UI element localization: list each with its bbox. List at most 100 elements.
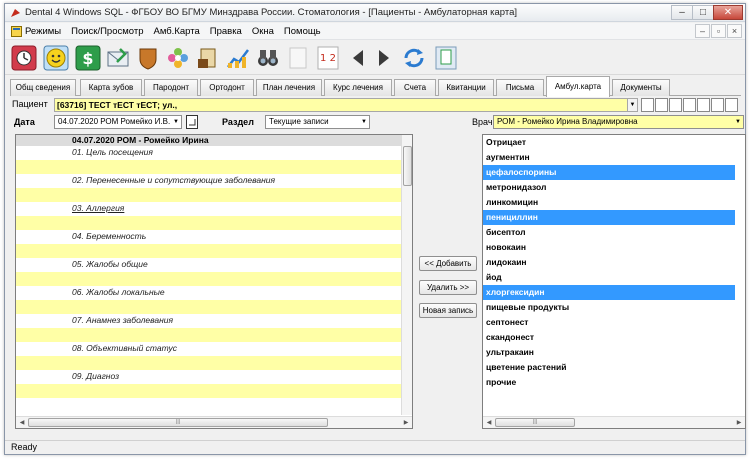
menu-help[interactable]: Помощь — [284, 26, 321, 37]
tab-documents[interactable]: Документы — [612, 79, 670, 96]
tab-periodont[interactable]: Пародонт — [144, 79, 198, 96]
minimize-button[interactable]: – — [671, 5, 693, 20]
smiley-icon[interactable] — [43, 45, 69, 71]
list-item[interactable]: бисептол — [483, 225, 735, 240]
list-item-selected[interactable]: цефалоспорины — [483, 165, 735, 180]
clock-icon[interactable] — [11, 45, 37, 71]
list-item[interactable]: метронидазол — [483, 180, 735, 195]
record-section[interactable]: 07. Анамнез заболевания — [16, 314, 402, 328]
refresh-icon[interactable] — [401, 45, 427, 71]
list-item[interactable]: аугментин — [483, 150, 735, 165]
record-section[interactable]: 06. Жалобы локальные — [16, 286, 402, 300]
blank-page-icon[interactable] — [285, 45, 311, 71]
dollar-icon[interactable]: $ — [75, 45, 101, 71]
sort-icon[interactable]: 1 2 — [315, 45, 341, 71]
menu-windows[interactable]: Окна — [252, 26, 274, 37]
list-item[interactable]: йод — [483, 270, 735, 285]
tab-treatment-plan[interactable]: План лечения — [256, 79, 322, 96]
record-section-content[interactable] — [16, 384, 402, 398]
remove-button[interactable]: Удалить >> — [419, 280, 477, 295]
list-item[interactable]: ультракаин — [483, 345, 735, 360]
chart-icon[interactable] — [225, 45, 251, 71]
envelope-icon[interactable] — [105, 45, 131, 71]
tab-bills[interactable]: Счета — [394, 79, 436, 96]
record-section[interactable]: 08. Объективный статус — [16, 342, 402, 356]
scroll-left-icon[interactable]: ◀ — [484, 418, 494, 428]
list-item[interactable]: Отрицает — [483, 135, 735, 150]
tab-teeth-chart[interactable]: Карта зубов — [80, 79, 142, 96]
record-section[interactable]: 02. Перенесенные и сопутствующие заболев… — [16, 174, 402, 188]
menu-edit[interactable]: Правка — [210, 26, 242, 37]
record-section-content[interactable] — [16, 272, 402, 286]
record-section-content[interactable] — [16, 216, 402, 230]
patient-flag-box[interactable] — [655, 98, 668, 112]
tab-general[interactable]: Общ сведения — [10, 79, 76, 96]
list-item-selected[interactable]: хлоргексидин — [483, 285, 735, 300]
child-minimize-button[interactable]: – — [695, 24, 710, 38]
list-item[interactable]: прочие — [483, 375, 735, 390]
record-section[interactable]: 09. Диагноз — [16, 370, 402, 384]
record-section[interactable]: 05. Жалобы общие — [16, 258, 402, 272]
patient-flag-box[interactable] — [683, 98, 696, 112]
list-item[interactable]: септонест — [483, 315, 735, 330]
doctor-select[interactable]: РОМ - Ромейко Ирина Владимировна ▼ — [493, 115, 744, 129]
tab-orthodont[interactable]: Ортодонт — [200, 79, 254, 96]
list-item[interactable]: скандонест — [483, 330, 735, 345]
new-record-button[interactable]: Новая запись — [419, 303, 477, 318]
tab-treatment-course[interactable]: Курс лечения — [324, 79, 392, 96]
patient-flag-box[interactable] — [725, 98, 738, 112]
patient-flag-box[interactable] — [697, 98, 710, 112]
record-section[interactable]: 04. Беременность — [16, 230, 402, 244]
tab-receipts[interactable]: Квитанции — [438, 79, 494, 96]
record-section-content[interactable] — [16, 244, 402, 258]
list-item[interactable]: линкомицин — [483, 195, 735, 210]
document-icon[interactable] — [433, 45, 459, 71]
list-item[interactable]: новокаин — [483, 240, 735, 255]
binoculars-icon[interactable] — [255, 45, 281, 71]
vertical-scrollbar[interactable] — [401, 135, 412, 415]
horizontal-scrollbar[interactable]: ◀ ||| ▶ — [483, 416, 745, 428]
patient-flag-box[interactable] — [669, 98, 682, 112]
tab-letters[interactable]: Письма — [496, 79, 544, 96]
date-select[interactable]: 04.07.2020 РОМ Ромейко И.В. ▼ — [54, 115, 182, 129]
section-select[interactable]: Текущие записи ▼ — [265, 115, 370, 129]
list-item-selected[interactable]: пенициллин — [483, 210, 735, 225]
options-list[interactable]: Отрицает аугментин цефалоспорины метрони… — [482, 134, 746, 429]
close-button[interactable]: ✕ — [713, 5, 743, 20]
new-page-icon[interactable] — [186, 115, 198, 129]
list-item[interactable]: цветение растений — [483, 360, 735, 375]
child-restore-button[interactable]: ▫ — [711, 24, 726, 38]
patient-dropdown-button[interactable]: ▼ — [627, 98, 638, 112]
shield-icon[interactable] — [135, 45, 161, 71]
scroll-right-icon[interactable]: ▶ — [401, 418, 411, 428]
record-section-content[interactable] — [16, 188, 402, 202]
mdi-child-icon[interactable] — [11, 26, 22, 37]
list-item[interactable]: лидокаин — [483, 255, 735, 270]
scroll-thumb[interactable] — [403, 146, 412, 186]
scroll-left-icon[interactable]: ◀ — [17, 418, 27, 428]
horizontal-scrollbar[interactable]: ◀ ||| ▶ — [16, 416, 412, 428]
scroll-thumb[interactable]: ||| — [28, 418, 328, 427]
record-section[interactable]: 03. Аллергия — [16, 202, 402, 216]
tab-amb-card[interactable]: Амбул.карта — [546, 76, 610, 97]
child-close-button[interactable]: × — [727, 24, 742, 38]
record-section-content[interactable] — [16, 356, 402, 370]
arrow-right-icon[interactable] — [371, 45, 397, 71]
menu-modes[interactable]: Режимы — [25, 26, 61, 37]
record-section-content[interactable] — [16, 328, 402, 342]
record-sections-panel[interactable]: 04.07.2020 РОМ - Ромейко Ирина 01. Цель … — [15, 134, 413, 429]
record-section-content[interactable] — [16, 300, 402, 314]
menu-amb-card[interactable]: Амб.Карта — [153, 26, 199, 37]
scroll-right-icon[interactable]: ▶ — [734, 418, 744, 428]
scroll-thumb[interactable]: ||| — [495, 418, 575, 427]
arrow-left-icon[interactable] — [345, 45, 371, 71]
patient-field[interactable]: [63716] ТЕСТ тЕСТ тЕСТ; ул., — [54, 98, 629, 112]
maximize-button[interactable]: □ — [692, 5, 714, 20]
add-button[interactable]: << Добавить — [419, 256, 477, 271]
record-section[interactable]: 01. Цель посещения — [16, 146, 402, 160]
patient-flag-box[interactable] — [711, 98, 724, 112]
scroll-icon[interactable] — [195, 45, 221, 71]
record-section-content[interactable] — [16, 160, 402, 174]
list-item[interactable]: пищевые продукты — [483, 300, 735, 315]
menu-search[interactable]: Поиск/Просмотр — [71, 26, 143, 37]
